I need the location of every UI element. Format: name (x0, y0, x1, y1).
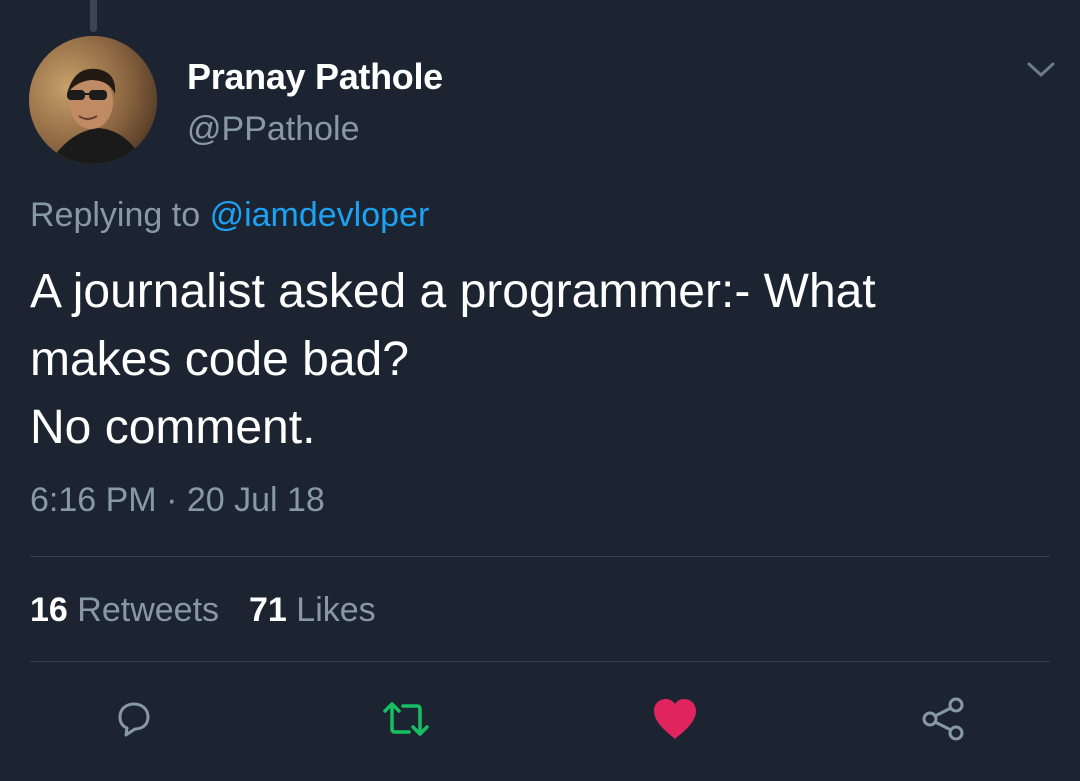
tweet-text-line: No comment. (30, 401, 316, 454)
chevron-down-icon[interactable] (1024, 58, 1058, 82)
reply-icon (112, 697, 156, 746)
replying-to: Replying to @iamdevloper (30, 196, 429, 235)
retweets-stat[interactable]: 16 Retweets (30, 591, 219, 629)
likes-count: 71 (249, 591, 287, 629)
thread-connector-line (90, 0, 97, 32)
share-icon (920, 695, 968, 748)
author-handle[interactable]: @PPathole (187, 110, 360, 149)
author-display-name[interactable]: Pranay Pathole (187, 56, 443, 98)
retweets-count: 16 (30, 591, 68, 629)
tweet-detail: Pranay Pathole @PPathole Replying to @ia… (0, 0, 1080, 781)
retweet-icon (381, 699, 431, 744)
tweet-text-line: makes code bad? (30, 333, 409, 386)
reply-button[interactable] (109, 696, 159, 746)
avatar[interactable] (29, 36, 157, 164)
divider (30, 661, 1050, 662)
likes-label: Likes (296, 591, 376, 629)
mention-link[interactable]: @iamdevloper (210, 196, 430, 234)
heart-icon (651, 697, 699, 746)
tweet-text-line: A journalist asked a programmer:- What (30, 265, 876, 318)
retweet-button[interactable] (381, 696, 431, 746)
like-button[interactable] (650, 696, 700, 746)
divider (30, 556, 1050, 557)
retweets-label: Retweets (77, 591, 220, 629)
likes-stat[interactable]: 71 Likes (249, 591, 376, 629)
tweet-timestamp: 6:16 PM · 20 Jul 18 (30, 481, 325, 519)
share-button[interactable] (919, 696, 969, 746)
tweet-text: A journalist asked a programmer:- What m… (30, 258, 1050, 462)
tweet-stats: 16 Retweets 71 Likes (30, 591, 376, 630)
replying-to-label: Replying to (30, 196, 201, 234)
